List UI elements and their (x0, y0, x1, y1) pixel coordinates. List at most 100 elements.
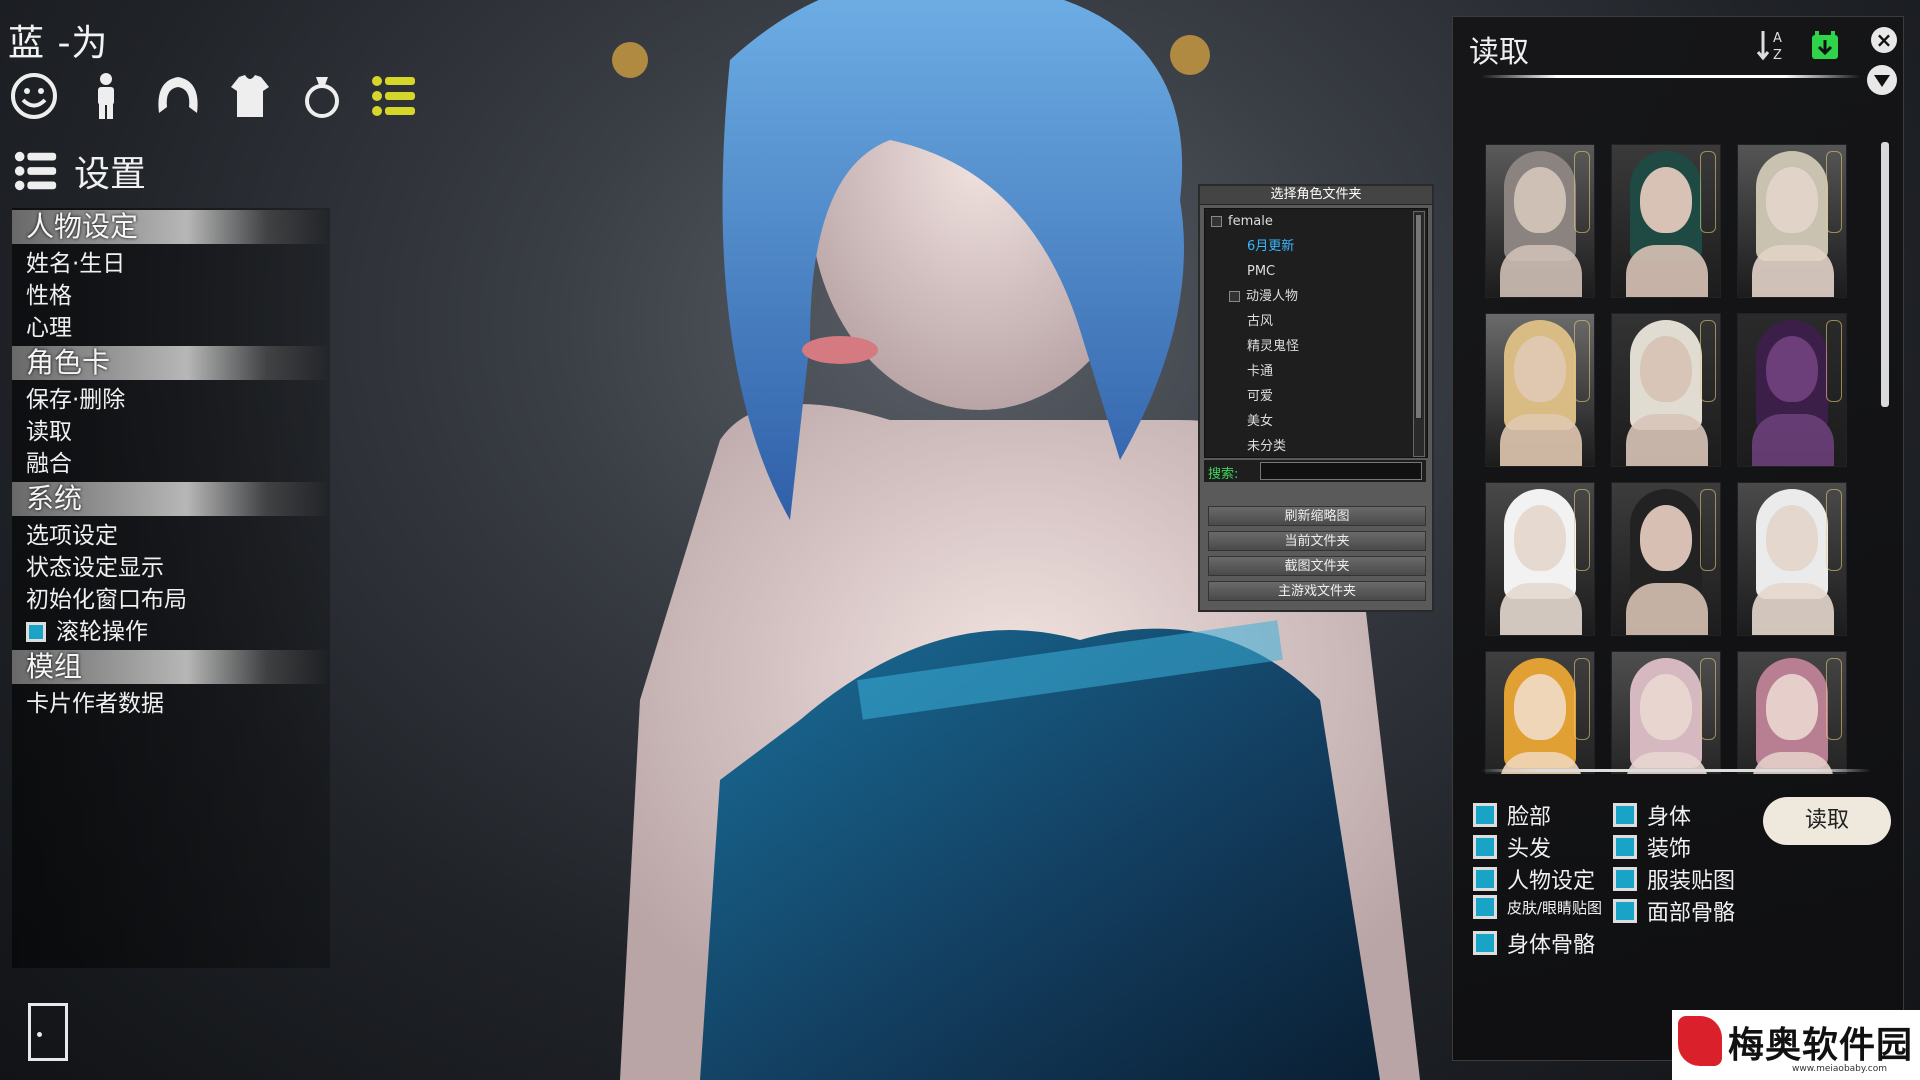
folder-tree-item[interactable]: 精灵鬼怪 (1205, 334, 1427, 359)
option-skin-eye-texture-checkbox[interactable] (1473, 895, 1497, 919)
menu-save-delete[interactable]: 保存·删除 (12, 384, 330, 416)
folder-tree-label: 6月更新 (1247, 239, 1295, 254)
character-card-thumbnail[interactable] (1485, 482, 1595, 636)
section-character-card[interactable]: 角色卡 (12, 346, 330, 380)
clothes-icon[interactable] (224, 70, 276, 122)
option-accessories[interactable]: 装饰 (1613, 831, 1691, 863)
svg-text:Z: Z (1773, 48, 1782, 63)
read-button[interactable]: 读取 (1763, 797, 1891, 845)
settings-menu: 人物设定 姓名·生日 性格 心理 角色卡 保存·删除 读取 融合 系统 选项设定… (12, 208, 330, 968)
face-icon[interactable] (8, 70, 60, 122)
thumbnail-scrollbar[interactable] (1881, 142, 1889, 407)
card-thumbnail-grid (1485, 144, 1855, 774)
character-card-thumbnail[interactable] (1611, 482, 1721, 636)
option-body[interactable]: 身体 (1613, 799, 1691, 831)
close-icon[interactable]: × (1871, 27, 1897, 53)
folder-tree-item[interactable]: 古风 (1205, 309, 1427, 334)
category-toolbar (8, 70, 420, 122)
menu-options[interactable]: 选项设定 (12, 520, 330, 552)
folder-tree-label: 动漫人物 (1246, 289, 1299, 304)
option-hair[interactable]: 头发 (1473, 831, 1551, 863)
option-accessories-label: 装饰 (1647, 837, 1692, 862)
option-face-checkbox[interactable] (1473, 803, 1497, 827)
character-card-thumbnail[interactable] (1611, 651, 1721, 774)
character-card-thumbnail[interactable] (1611, 313, 1721, 467)
menu-personality[interactable]: 性格 (12, 280, 330, 312)
screenshot-folder-button[interactable]: 截图文件夹 (1208, 556, 1426, 576)
body-icon[interactable] (80, 70, 132, 122)
settings-label: 设置 (74, 154, 147, 195)
menu-card-author-data[interactable]: 卡片作者数据 (12, 688, 330, 720)
character-card-thumbnail[interactable] (1485, 313, 1595, 467)
option-character-settings-checkbox[interactable] (1473, 867, 1497, 891)
watermark-logo-icon (1678, 1016, 1722, 1066)
watermark-text: 梅奥软件园 (1728, 1025, 1914, 1066)
folder-tree-item[interactable]: PMC (1205, 259, 1427, 284)
refresh-thumbnails-button[interactable]: 刷新缩略图 (1208, 506, 1426, 526)
menu-load[interactable]: 读取 (12, 416, 330, 448)
folder-tree-label: female (1228, 214, 1273, 229)
folder-tree-item[interactable]: 动漫人物 (1205, 284, 1427, 309)
tree-expander-icon[interactable] (1229, 291, 1240, 302)
option-body-checkbox[interactable] (1613, 803, 1637, 827)
folder-tree-item[interactable]: 6月更新 (1205, 234, 1427, 259)
menu-status-display[interactable]: 状态设定显示 (12, 552, 330, 584)
accessory-icon[interactable] (296, 70, 348, 122)
search-label: 搜索: (1208, 467, 1239, 482)
wheel-operation-checkbox[interactable] (26, 622, 46, 642)
section-mods[interactable]: 模组 (12, 650, 330, 684)
folder-tree-item[interactable]: 卡通 (1205, 359, 1427, 384)
character-card-thumbnail[interactable] (1611, 144, 1721, 298)
folder-tree-label: PMC (1247, 264, 1276, 279)
list-menu-icon[interactable] (368, 70, 420, 122)
folder-tree-label: 美女 (1247, 414, 1274, 429)
hair-icon[interactable] (152, 70, 204, 122)
menu-psychology[interactable]: 心理 (12, 312, 330, 344)
character-card-thumbnail[interactable] (1737, 482, 1847, 636)
site-watermark: 梅奥软件园 www.meiaobaby.com (1672, 1010, 1920, 1080)
chevron-down-icon[interactable] (1867, 65, 1897, 95)
menu-name-birthday[interactable]: 姓名·生日 (12, 248, 330, 280)
main-game-folder-button[interactable]: 主游戏文件夹 (1208, 581, 1426, 601)
character-name: 蓝 -为 (8, 23, 109, 64)
menu-merge[interactable]: 融合 (12, 448, 330, 480)
section-character[interactable]: 人物设定 (12, 210, 330, 244)
wheel-operation-toggle[interactable]: 滚轮操作 (12, 616, 330, 648)
exit-door-icon[interactable] (28, 1003, 68, 1061)
option-face-bones-checkbox[interactable] (1613, 899, 1637, 923)
option-hair-checkbox[interactable] (1473, 835, 1497, 859)
menu-reset-layout[interactable]: 初始化窗口布局 (12, 584, 330, 616)
character-card-thumbnail[interactable] (1485, 651, 1595, 774)
folder-tree-item[interactable]: 未分类 (1205, 434, 1427, 457)
option-character-settings-label: 人物设定 (1507, 869, 1596, 894)
character-card-thumbnail[interactable] (1737, 313, 1847, 467)
option-character-settings[interactable]: 人物设定 (1473, 863, 1595, 895)
sort-az-icon[interactable]: AZ (1755, 27, 1791, 63)
option-face[interactable]: 脸部 (1473, 799, 1551, 831)
option-body-bones[interactable]: 身体骨骼 (1473, 927, 1595, 959)
folder-tree-item[interactable]: 可爱 (1205, 384, 1427, 409)
current-folder-button[interactable]: 当前文件夹 (1208, 531, 1426, 551)
character-card-thumbnail[interactable] (1485, 144, 1595, 298)
option-accessories-checkbox[interactable] (1613, 835, 1637, 859)
option-clothing-texture[interactable]: 服装贴图 (1613, 863, 1735, 895)
folder-tree-item[interactable]: female (1205, 209, 1427, 234)
folder-tree-label: 未分类 (1247, 439, 1287, 454)
option-face-bones[interactable]: 面部骨骼 (1613, 895, 1735, 927)
folder-search-input[interactable] (1260, 462, 1422, 480)
folder-tree-scrollbar[interactable] (1413, 211, 1425, 457)
folder-tree-item[interactable]: 美女 (1205, 409, 1427, 434)
character-card-thumbnail[interactable] (1737, 651, 1847, 774)
character-card-thumbnail[interactable] (1737, 144, 1847, 298)
option-clothing-texture-checkbox[interactable] (1613, 867, 1637, 891)
folder-panel-title: 选择角色文件夹 (1200, 186, 1432, 205)
option-skin-eye-texture[interactable]: 皮肤/眼睛贴图 (1473, 895, 1602, 919)
tree-expander-icon[interactable] (1211, 216, 1222, 227)
section-system[interactable]: 系统 (12, 482, 330, 516)
load-card-icon[interactable] (1809, 29, 1841, 61)
option-body-bones-checkbox[interactable] (1473, 931, 1497, 955)
folder-tree: female 6月更新 PMC 动漫人物古风 精灵鬼怪 卡通 可爱美女未分类 (1204, 208, 1428, 458)
option-face-bones-label: 面部骨骼 (1647, 901, 1736, 926)
header-divider (1481, 75, 1861, 78)
load-panel: 读取 AZ × 脸部 头发 人物设定 皮肤/眼睛贴图 身体骨骼 身体 装饰 服装… (1452, 16, 1904, 1061)
